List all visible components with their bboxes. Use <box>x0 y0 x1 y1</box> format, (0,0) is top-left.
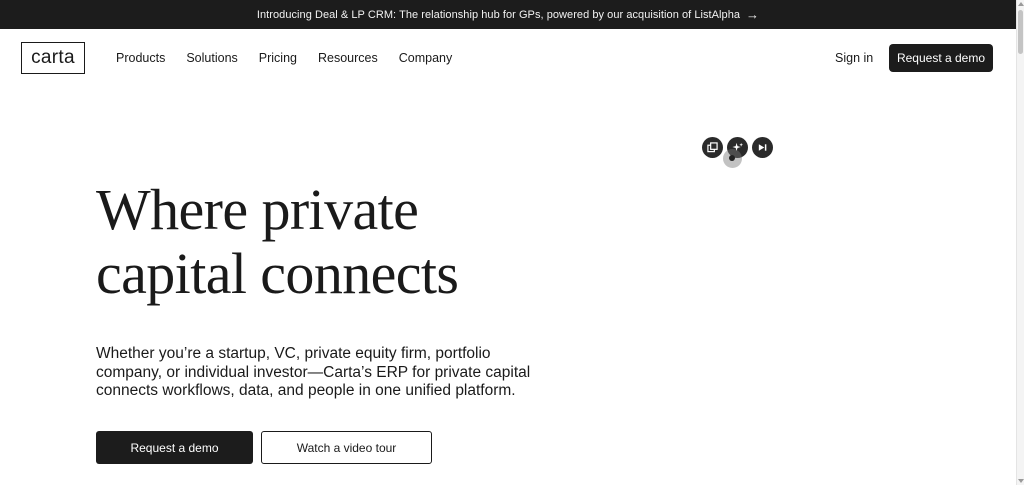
hero-title-line1: Where private <box>96 177 419 242</box>
carta-logo[interactable]: carta <box>21 42 85 74</box>
scroll-down-icon[interactable] <box>1018 479 1024 483</box>
nav-item-pricing[interactable]: Pricing <box>259 50 297 66</box>
request-demo-button-header[interactable]: Request a demo <box>889 44 993 72</box>
copy-icon[interactable] <box>702 137 723 158</box>
sign-in-link[interactable]: Sign in <box>835 50 873 66</box>
scrollbar-thumb[interactable] <box>1018 10 1023 54</box>
main-nav: Products Solutions Pricing Resources Com… <box>116 50 473 66</box>
hero-title: Where private capital connects <box>96 178 616 306</box>
logo-text: carta <box>31 47 75 68</box>
hero-subtitle: Whether you’re a startup, VC, private eq… <box>96 345 531 399</box>
watch-video-tour-button[interactable]: Watch a video tour <box>261 431 432 464</box>
nav-item-company[interactable]: Company <box>399 50 453 66</box>
video-icon[interactable] <box>752 137 773 158</box>
nav-item-resources[interactable]: Resources <box>318 50 378 66</box>
video-icon-glyph <box>758 144 767 151</box>
announcement-bar[interactable]: Introducing Deal & LP CRM: The relations… <box>0 0 1016 29</box>
request-demo-button[interactable]: Request a demo <box>96 431 253 464</box>
scroll-up-icon[interactable] <box>1018 2 1024 6</box>
scrollbar[interactable] <box>1016 0 1024 485</box>
hero-title-line2: capital connects <box>96 241 459 306</box>
copy-icon-glyph <box>707 142 718 153</box>
nav-item-products[interactable]: Products <box>116 50 165 66</box>
cursor-indicator <box>723 149 742 168</box>
announcement-text[interactable]: Introducing Deal & LP CRM: The relations… <box>257 9 740 21</box>
arrow-right-icon[interactable]: → <box>746 8 759 21</box>
nav-item-solutions[interactable]: Solutions <box>186 50 237 66</box>
page: Introducing Deal & LP CRM: The relations… <box>0 0 1024 485</box>
